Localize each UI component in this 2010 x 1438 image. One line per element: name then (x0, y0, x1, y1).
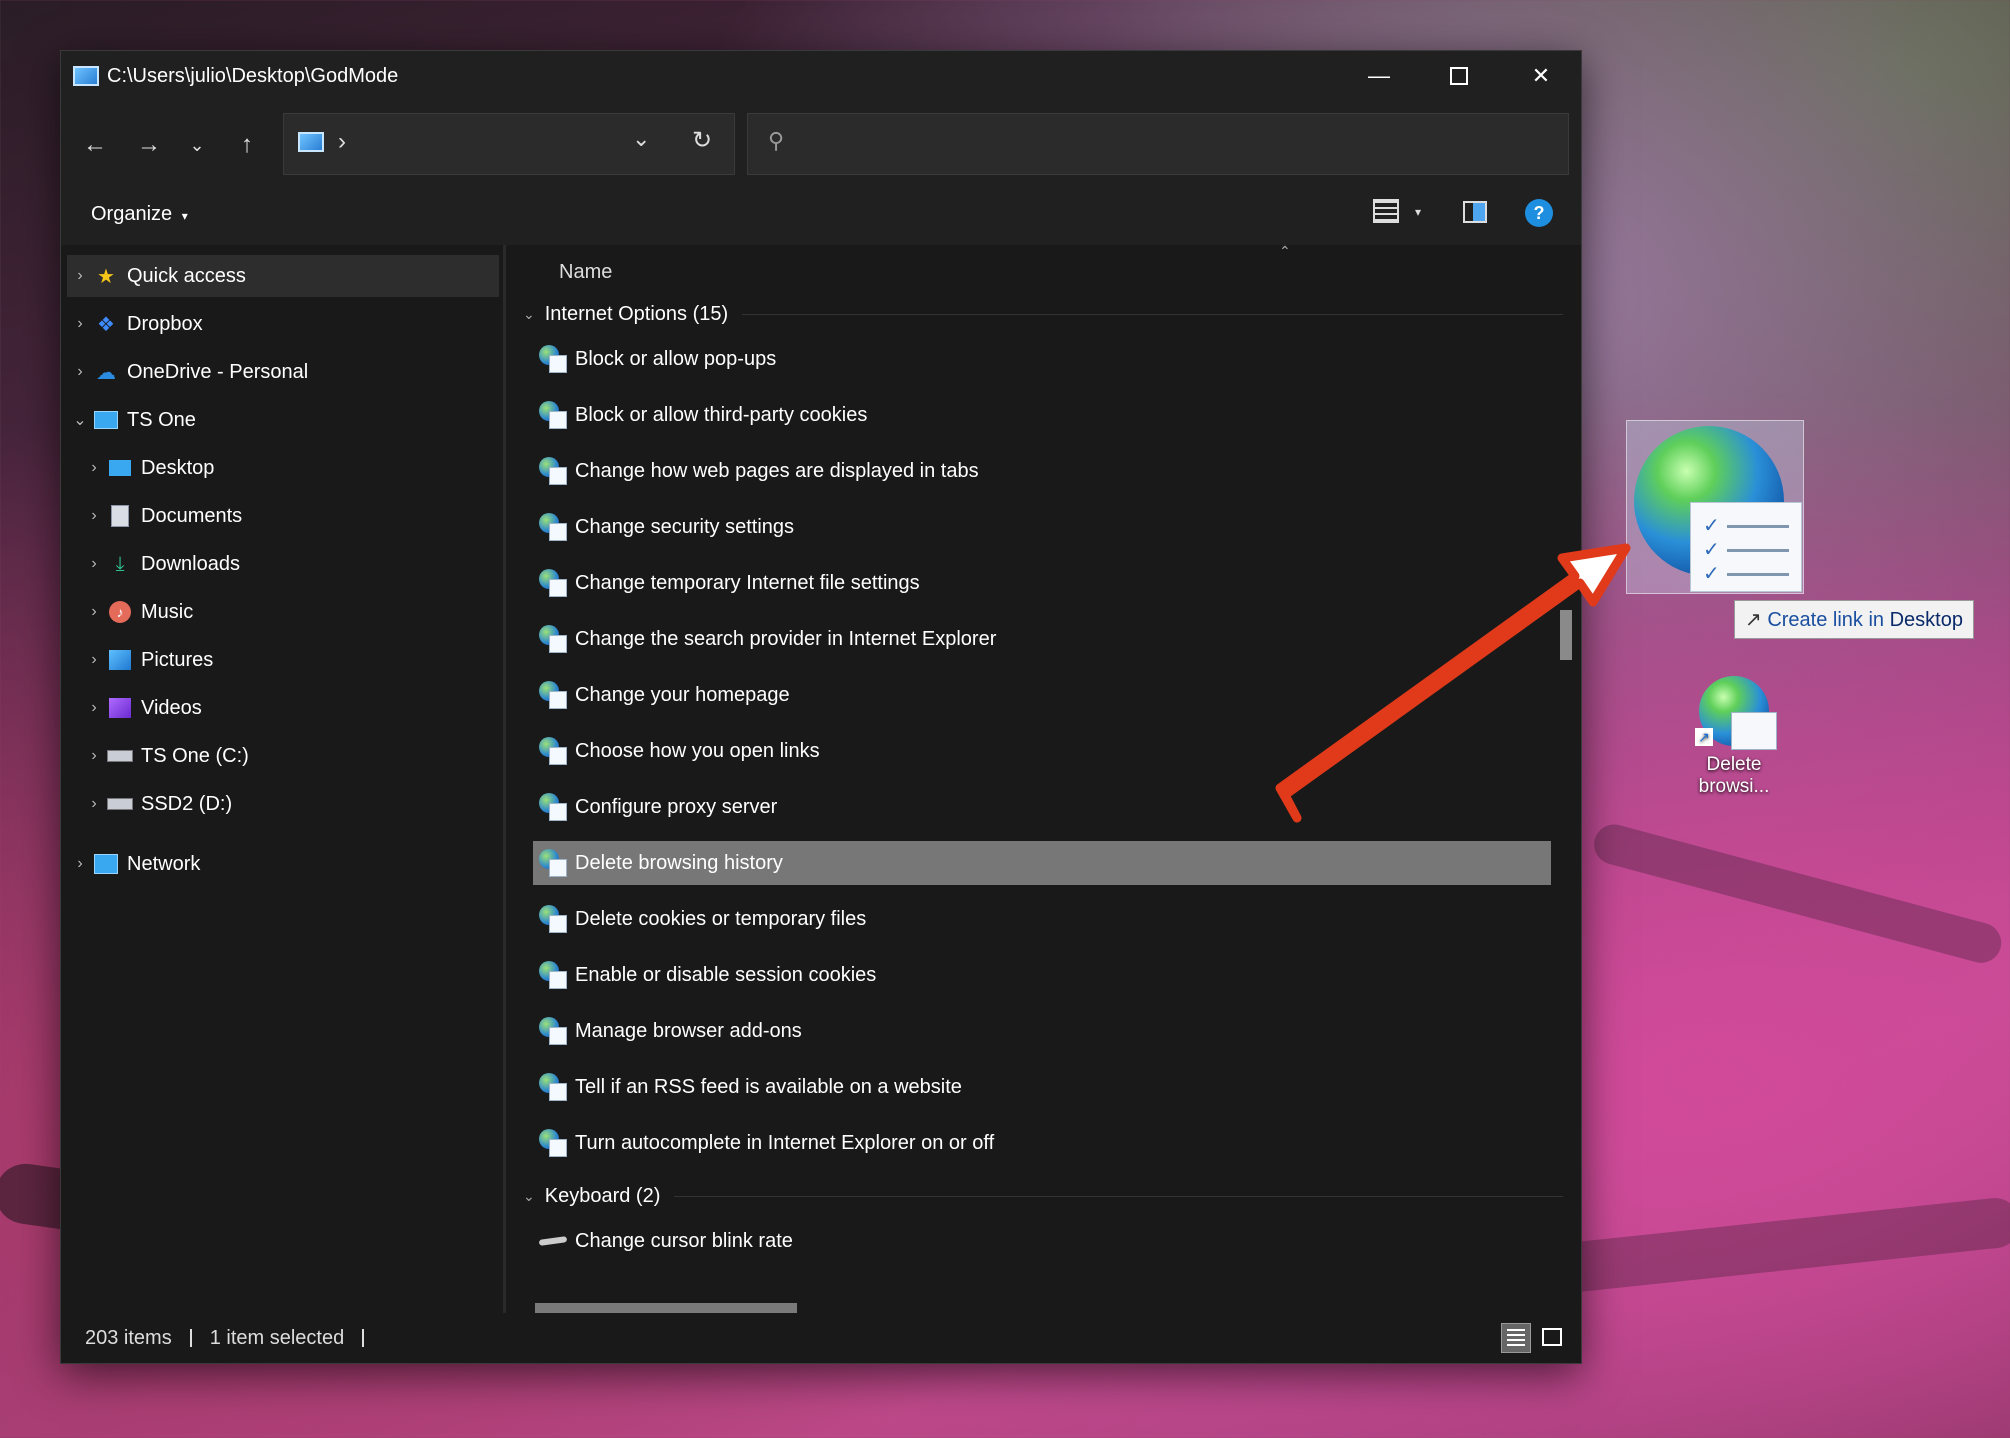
shortcut-label-line1: Delete (1706, 754, 1762, 775)
globe-shortcut-icon: ↗ (1695, 676, 1777, 750)
shortcut-label-line2: browsi... (1698, 776, 1770, 797)
desktop-shortcut-delete-browsing-history[interactable]: ↗ Delete browsi... (1684, 676, 1784, 798)
shortcut-arrow-icon: ↗ (1695, 728, 1713, 746)
